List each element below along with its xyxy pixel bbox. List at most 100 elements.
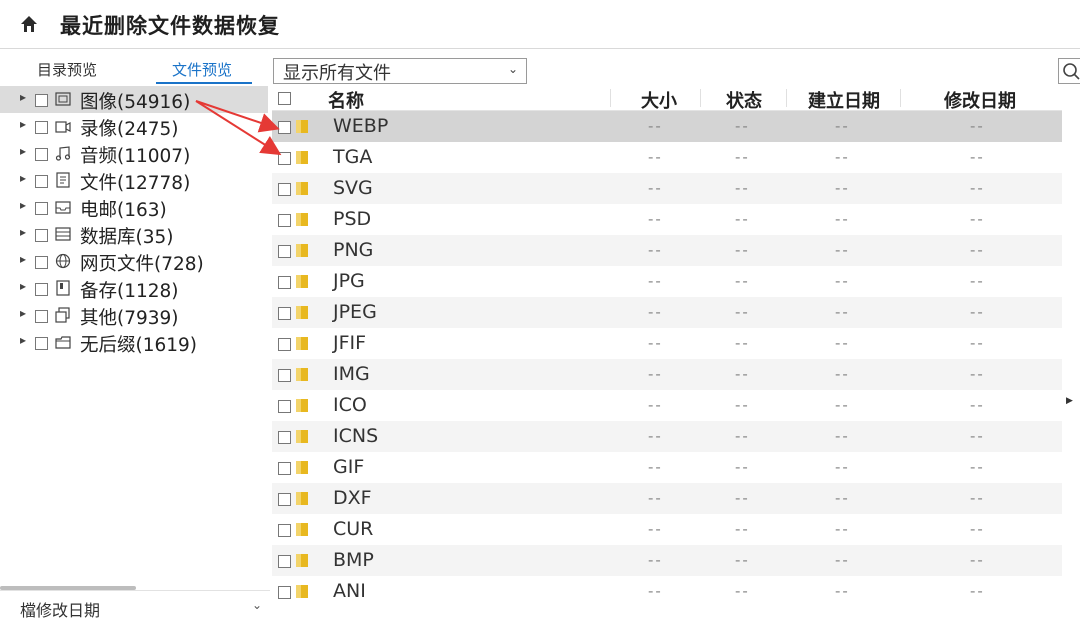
row-checkbox[interactable] [278, 586, 291, 599]
cell-size: -- [648, 334, 663, 352]
cell-status: -- [735, 148, 750, 166]
expand-arrow-icon[interactable]: ▸ [20, 117, 26, 131]
cell-size: -- [648, 396, 663, 414]
tab-file-preview[interactable]: 文件预览 [172, 59, 232, 80]
table-row[interactable]: DXF -- -- -- -- [272, 483, 1062, 514]
expand-arrow-icon[interactable]: ▸ [20, 279, 26, 293]
cell-created: -- [835, 582, 850, 600]
row-checkbox[interactable] [278, 400, 291, 413]
table-row[interactable]: PSD -- -- -- -- [272, 204, 1062, 235]
table-row[interactable]: JPG -- -- -- -- [272, 266, 1062, 297]
tree-item-checkbox[interactable] [35, 94, 48, 107]
tree-item[interactable]: ▸ 其他(7939) [0, 302, 268, 329]
row-checkbox[interactable] [278, 121, 291, 134]
tree-item-checkbox[interactable] [35, 148, 48, 161]
expand-arrow-icon[interactable]: ▸ [20, 252, 26, 266]
table-row[interactable]: BMP -- -- -- -- [272, 545, 1062, 576]
document-icon [56, 172, 70, 188]
expand-arrow-icon[interactable]: ▸ [20, 144, 26, 158]
tree-item[interactable]: ▸ 音频(11007) [0, 140, 268, 167]
tree-item[interactable]: ▸ 备存(1128) [0, 275, 268, 302]
expand-arrow-icon[interactable]: ▸ [20, 306, 26, 320]
row-checkbox[interactable] [278, 183, 291, 196]
column-header-size[interactable]: 大小 [641, 87, 677, 113]
table-row[interactable]: ANI -- -- -- -- [272, 576, 1062, 607]
expand-arrow-icon[interactable]: ▸ [20, 333, 26, 347]
expand-arrow-icon[interactable]: ▸ [20, 171, 26, 185]
cell-size: -- [648, 458, 663, 476]
expand-arrow-icon[interactable]: ▸ [20, 198, 26, 212]
select-all-checkbox[interactable] [278, 92, 291, 105]
table-row[interactable]: GIF -- -- -- -- [272, 452, 1062, 483]
tree-item[interactable]: ▸ 电邮(163) [0, 194, 268, 221]
tree-item-checkbox[interactable] [35, 283, 48, 296]
tree-item[interactable]: ▸ 无后缀(1619) [0, 329, 268, 356]
column-header-name[interactable]: 名称 [328, 87, 364, 113]
table-row[interactable]: JPEG -- -- -- -- [272, 297, 1062, 328]
table-row[interactable]: PNG -- -- -- -- [272, 235, 1062, 266]
tab-directory-preview[interactable]: 目录预览 [37, 59, 97, 80]
cell-created: -- [835, 427, 850, 445]
row-checkbox[interactable] [278, 369, 291, 382]
table-row[interactable]: SVG -- -- -- -- [272, 173, 1062, 204]
folder-icon [296, 461, 308, 474]
cell-modified: -- [970, 551, 985, 569]
row-checkbox[interactable] [278, 276, 291, 289]
tree-item-checkbox[interactable] [35, 202, 48, 215]
sort-dropdown[interactable]: 檔修改日期 ⌄ [0, 590, 270, 620]
table-row[interactable]: ICNS -- -- -- -- [272, 421, 1062, 452]
row-checkbox[interactable] [278, 555, 291, 568]
tree-item-checkbox[interactable] [35, 337, 48, 350]
tree-item[interactable]: ▸ 网页文件(728) [0, 248, 268, 275]
cell-size: -- [648, 272, 663, 290]
tree-item-checkbox[interactable] [35, 310, 48, 323]
expand-arrow-icon[interactable]: ▸ [20, 90, 26, 104]
row-checkbox[interactable] [278, 462, 291, 475]
row-checkbox[interactable] [278, 524, 291, 537]
column-header-status[interactable]: 状态 [726, 87, 762, 113]
other-icon [55, 307, 70, 323]
table-row[interactable]: CUR -- -- -- -- [272, 514, 1062, 545]
tree-item[interactable]: ▸ 文件(12778) [0, 167, 268, 194]
tree-item[interactable]: ▸ 录像(2475) [0, 113, 268, 140]
cell-status: -- [735, 334, 750, 352]
row-checkbox[interactable] [278, 214, 291, 227]
row-checkbox[interactable] [278, 493, 291, 506]
file-name: CUR [333, 518, 374, 540]
cell-created: -- [835, 148, 850, 166]
database-icon [55, 227, 71, 241]
expand-arrow-icon[interactable]: ▸ [20, 225, 26, 239]
cell-created: -- [835, 179, 850, 197]
table-row[interactable]: TGA -- -- -- -- [272, 142, 1062, 173]
folder-icon [296, 182, 308, 195]
music-icon [55, 146, 71, 161]
file-filter-select[interactable]: 显示所有文件 ⌄ [273, 58, 527, 84]
home-icon[interactable] [20, 15, 38, 33]
tree-item-checkbox[interactable] [35, 121, 48, 134]
table-row[interactable]: IMG -- -- -- -- [272, 359, 1062, 390]
tree-item[interactable]: ▸ 数据库(35) [0, 221, 268, 248]
tree-item-checkbox[interactable] [35, 256, 48, 269]
search-button[interactable] [1058, 58, 1080, 84]
row-checkbox[interactable] [278, 152, 291, 165]
cell-created: -- [835, 210, 850, 228]
table-row[interactable]: ICO -- -- -- -- [272, 390, 1062, 421]
tree-item[interactable]: ▸ 图像(54916) [0, 86, 268, 113]
tree-item-checkbox[interactable] [35, 229, 48, 242]
tree-item-label: 备存(1128) [80, 281, 179, 302]
table-row[interactable]: JFIF -- -- -- -- [272, 328, 1062, 359]
table-row[interactable]: WEBP -- -- -- -- [272, 111, 1062, 142]
cell-modified: -- [970, 148, 985, 166]
tree-item-checkbox[interactable] [35, 175, 48, 188]
cell-size: -- [648, 427, 663, 445]
column-header-created[interactable]: 建立日期 [808, 87, 880, 113]
row-checkbox[interactable] [278, 431, 291, 444]
row-checkbox[interactable] [278, 245, 291, 258]
row-checkbox[interactable] [278, 338, 291, 351]
row-checkbox[interactable] [278, 307, 291, 320]
column-header-modified[interactable]: 修改日期 [944, 87, 1016, 113]
expand-panel-icon[interactable]: ▶ [1066, 396, 1073, 406]
cell-status: -- [735, 210, 750, 228]
header-bar: 最近删除文件数据恢复 [0, 0, 1080, 49]
tree-item-label: 数据库(35) [80, 227, 174, 248]
